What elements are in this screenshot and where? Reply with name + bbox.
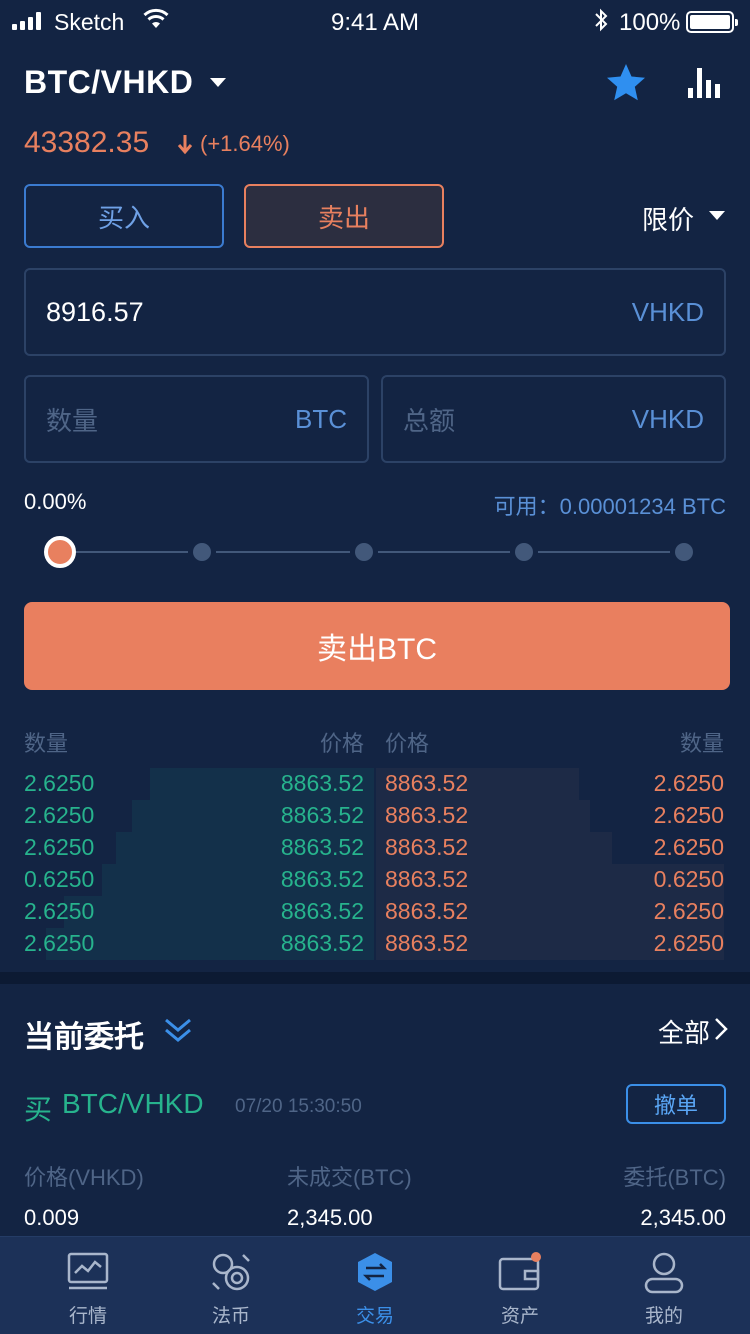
current-orders-title: 当前委托 (24, 1021, 144, 1054)
tab-label: 交易 (355, 1306, 394, 1327)
order-price-label: 价格(VHKD) (24, 1165, 144, 1190)
quantity-placeholder: 数量 (46, 405, 99, 436)
price-value: 8916.57 (46, 296, 144, 327)
orderbook-row[interactable]: 2.6250 8863.52 8863.52 2.6250 (0, 928, 750, 960)
sell-btc-button[interactable]: 卖出BTC (24, 602, 730, 690)
bid-qty: 2.6250 (24, 834, 95, 860)
quantity-unit: BTC (295, 403, 347, 434)
caret-down-icon[interactable] (709, 211, 725, 220)
caret-down-icon[interactable] (210, 78, 226, 87)
wallet-icon (498, 1252, 541, 1291)
order-unfilled: 2,345.00 (287, 1205, 373, 1230)
bid-price: 8863.52 (280, 802, 364, 828)
slider-step-100[interactable] (675, 543, 693, 561)
tab-label: 行情 (68, 1306, 107, 1327)
ask-qty: 2.6250 (653, 834, 724, 860)
sell-tab-button[interactable]: 卖出 (244, 184, 444, 248)
double-chevron-down-icon[interactable] (162, 1014, 194, 1046)
price-change: (+1.64%) (200, 131, 290, 156)
bid-price: 8863.52 (280, 930, 364, 956)
bid-qty-header: 数量 (24, 731, 69, 756)
orderbook-row[interactable]: 2.6250 8863.52 8863.52 2.6250 (0, 896, 750, 928)
bid-qty: 2.6250 (24, 802, 95, 828)
last-price: 43382.35 (24, 126, 150, 159)
all-orders-link[interactable]: 全部 (658, 1013, 710, 1050)
ask-price: 8863.52 (385, 802, 469, 828)
quantity-input[interactable]: 数量 BTC (24, 375, 369, 463)
bid-price-header: 价格 (319, 731, 364, 756)
pair-selector[interactable]: BTC/VHKD (24, 64, 193, 101)
ask-price-header: 价格 (385, 731, 430, 756)
battery-percent: 100% (619, 9, 681, 36)
order-price: 0.009 (24, 1205, 80, 1230)
star-favorite-icon[interactable] (604, 62, 648, 104)
kline-chart-icon[interactable] (686, 64, 726, 100)
trade-exchange-icon (358, 1253, 392, 1291)
tab-bar: 行情 法币 交易 资产 我的 (0, 1236, 750, 1334)
bid-qty: 2.6250 (24, 930, 95, 956)
ask-price: 8863.52 (385, 930, 469, 956)
ask-qty: 0.6250 (653, 866, 724, 892)
total-placeholder: 总额 (403, 405, 456, 436)
bid-price: 8863.52 (280, 898, 364, 924)
bluetooth-icon (595, 8, 608, 32)
bid-qty: 0.6250 (24, 866, 95, 892)
bid-qty: 2.6250 (24, 898, 95, 924)
profile-icon (644, 1252, 684, 1294)
orderbook-row[interactable]: 2.6250 8863.52 8863.52 2.6250 (0, 768, 750, 800)
orderbook-row[interactable]: 0.6250 8863.52 8863.52 0.6250 (0, 864, 750, 896)
bid-price: 8863.52 (280, 770, 364, 796)
order-type-dropdown[interactable]: 限价 (642, 200, 694, 237)
ask-qty-header: 数量 (679, 731, 724, 756)
ask-price: 8863.52 (385, 834, 469, 860)
order-unfilled-label: 未成交(BTC) (287, 1165, 412, 1190)
tab-profile[interactable]: 我的 (589, 1237, 739, 1334)
tab-fiat[interactable]: 法币 (156, 1237, 306, 1334)
cancel-order-button[interactable]: 撤单 (626, 1084, 726, 1124)
ask-qty: 2.6250 (653, 770, 724, 796)
chevron-right-icon[interactable] (714, 1017, 728, 1041)
order-side: 买 (24, 1094, 53, 1125)
tab-label: 资产 (500, 1306, 539, 1327)
order-pair: BTC/VHKD (62, 1088, 204, 1119)
ask-qty: 2.6250 (653, 930, 724, 956)
bid-price: 8863.52 (280, 834, 364, 860)
market-chart-icon (67, 1252, 109, 1290)
tab-label: 法币 (211, 1306, 250, 1327)
section-divider (0, 972, 750, 984)
buy-tab-button[interactable]: 买入 (24, 184, 224, 248)
order-amount-label: 委托(BTC) (623, 1165, 726, 1190)
bid-price: 8863.52 (280, 866, 364, 892)
tab-label: 我的 (644, 1306, 683, 1327)
battery-icon (686, 11, 738, 33)
bid-qty: 2.6250 (24, 770, 95, 796)
fiat-currency-icon (212, 1253, 250, 1291)
arrow-down-icon (177, 135, 193, 155)
status-bar: Sketch 9:41 AM 100% (0, 0, 750, 44)
slider-step-25[interactable] (193, 543, 211, 561)
order-time: 07/20 15:30:50 (235, 1096, 362, 1117)
tab-trade[interactable]: 交易 (300, 1237, 450, 1334)
order-amount: 2,345.00 (640, 1205, 726, 1230)
slider-handle[interactable] (44, 536, 76, 568)
slider-step-50[interactable] (355, 543, 373, 561)
tab-market[interactable]: 行情 (13, 1237, 163, 1334)
percent-label: 0.00% (24, 489, 87, 514)
price-input[interactable]: 8916.57 VHKD (24, 268, 726, 356)
orderbook-row[interactable]: 2.6250 8863.52 8863.52 2.6250 (0, 800, 750, 832)
available-balance: 可用：0.00001234 BTC (493, 494, 726, 519)
ask-qty: 2.6250 (653, 898, 724, 924)
ask-price: 8863.52 (385, 898, 469, 924)
tab-assets[interactable]: 资产 (445, 1237, 595, 1334)
amount-slider[interactable] (44, 536, 704, 568)
ask-qty: 2.6250 (653, 802, 724, 828)
total-input[interactable]: 总额 VHKD (381, 375, 726, 463)
price-unit: VHKD (631, 296, 704, 327)
total-unit: VHKD (631, 403, 704, 434)
slider-step-75[interactable] (515, 543, 533, 561)
ask-price: 8863.52 (385, 866, 469, 892)
ask-price: 8863.52 (385, 770, 469, 796)
orderbook-row[interactable]: 2.6250 8863.52 8863.52 2.6250 (0, 832, 750, 864)
